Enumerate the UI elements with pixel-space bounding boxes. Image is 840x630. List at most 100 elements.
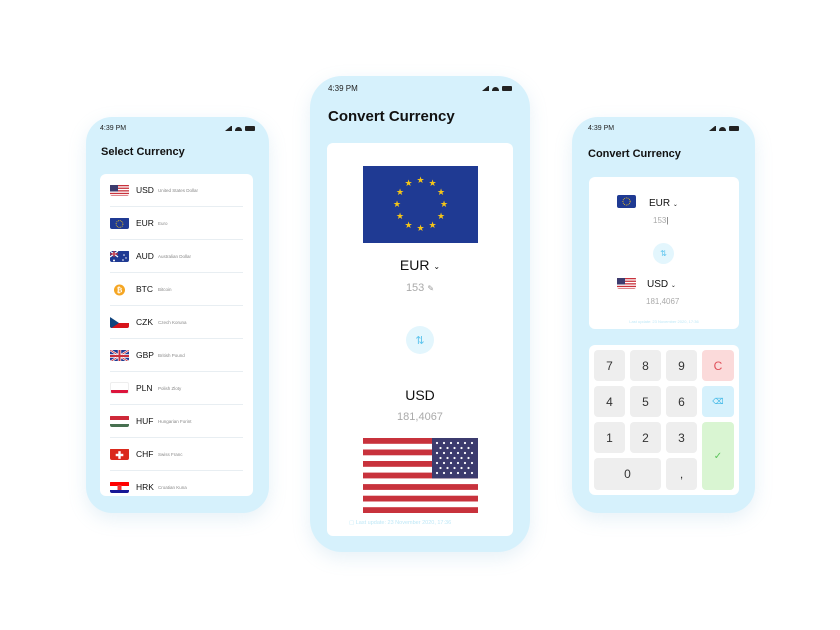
currency-row-hrk[interactable]: HRK Croatian Kuna xyxy=(110,471,243,496)
svg-text:★: ★ xyxy=(416,176,424,186)
from-amount-field[interactable]: 153| xyxy=(653,216,668,225)
currency-row-huf[interactable]: HUF Hungarian Forint xyxy=(110,405,243,438)
svg-text:★: ★ xyxy=(437,212,445,222)
pl-flag-icon xyxy=(110,382,129,394)
currency-row-usd[interactable]: USD United States Dollar xyxy=(110,174,243,207)
to-amount-value: 181,4067 xyxy=(397,411,443,423)
us-flag-icon xyxy=(110,184,129,196)
from-currency-code: EUR xyxy=(399,257,430,273)
chevron-down-icon: ⌄ xyxy=(672,202,678,208)
cz-flag-icon xyxy=(110,316,129,328)
swap-icon: ⇅ xyxy=(660,249,667,258)
backspace-icon: ⌫ xyxy=(712,397,724,406)
check-icon: ✓ xyxy=(713,450,723,462)
wifi-icon xyxy=(719,126,726,131)
status-time: 4:39 PM xyxy=(588,125,615,132)
page-title: Convert Currency xyxy=(588,148,681,160)
confirm-button[interactable]: ✓ xyxy=(702,422,734,490)
svg-text:★: ★ xyxy=(396,188,404,198)
svg-text:★: ★ xyxy=(396,212,404,222)
currency-row-czk[interactable]: CZK Czech Koruna xyxy=(110,306,243,339)
chevron-down-icon: ⌄ xyxy=(433,261,441,271)
key-8[interactable]: 8 xyxy=(630,350,661,381)
clear-button[interactable]: C xyxy=(702,350,734,381)
svg-text:★: ★ xyxy=(404,221,412,231)
eu-flag-icon[interactable]: ★ ★ ★ ★ ★ ★ ★ ★ ★ ★ ★ ★ xyxy=(363,166,478,243)
currency-row-aud[interactable]: AUD Australian Dollar xyxy=(110,240,243,273)
page-title: Convert Currency xyxy=(328,108,455,125)
svg-text:★: ★ xyxy=(404,179,412,189)
battery-icon xyxy=(729,126,739,131)
key-9[interactable]: 9 xyxy=(666,350,697,381)
wifi-icon xyxy=(492,86,499,91)
last-update-text: Last update: 23 November 2020, 17:36 xyxy=(629,319,699,324)
gb-flag-icon xyxy=(110,349,129,361)
svg-text:★: ★ xyxy=(437,188,445,198)
swap-button[interactable]: ⇅ xyxy=(406,326,434,354)
svg-text:₿: ₿ xyxy=(117,286,123,294)
convert-currency-screen: 4:39 PM Convert Currency ★ ★ ★ ★ ★ ★ ★ ★ xyxy=(310,76,530,552)
key-6[interactable]: 6 xyxy=(666,386,697,417)
currency-row-eur[interactable]: EUR Euro xyxy=(110,207,243,240)
signal-icon xyxy=(709,126,716,131)
from-currency-select[interactable]: EUR ⌄ xyxy=(649,198,678,209)
key-5[interactable]: 5 xyxy=(630,386,661,417)
us-flag-icon[interactable] xyxy=(617,277,636,289)
currency-row-pln[interactable]: PLN Polish Zloty xyxy=(110,372,243,405)
converter-card: EUR ⌄ 153| ⇅ USD ⌄ 181,4067 Last update:… xyxy=(589,177,739,329)
status-bar: 4:39 PM xyxy=(572,125,755,132)
swap-icon: ⇅ xyxy=(415,334,425,347)
to-amount-value: 181,4067 xyxy=(646,297,680,306)
hu-flag-icon xyxy=(110,415,129,427)
key-0[interactable]: 0 xyxy=(594,458,661,490)
backspace-button[interactable]: ⌫ xyxy=(702,386,734,417)
to-currency-code: USD xyxy=(405,387,435,403)
us-flag-icon[interactable] xyxy=(363,438,478,513)
currency-row-btc[interactable]: ₿ BTC Bitcoin xyxy=(110,273,243,306)
comma-key[interactable]: , xyxy=(666,458,697,490)
svg-text:★: ★ xyxy=(428,179,436,189)
select-currency-screen: 4:39 PM Select Currency USD United State… xyxy=(86,117,269,513)
chevron-down-icon: ⌄ xyxy=(670,283,676,289)
from-amount-field[interactable]: 153 ✎ xyxy=(327,282,513,294)
key-4[interactable]: 4 xyxy=(594,386,625,417)
battery-icon xyxy=(245,126,255,131)
svg-text:★: ★ xyxy=(393,200,401,210)
status-bar: 4:39 PM xyxy=(310,84,530,93)
eu-flag-icon[interactable] xyxy=(617,195,636,208)
status-time: 4:39 PM xyxy=(100,125,127,132)
page-title: Select Currency xyxy=(101,146,185,158)
to-currency-select[interactable]: USD xyxy=(327,387,513,403)
currency-list: USD United States Dollar EUR Euro AUD Au… xyxy=(100,174,253,496)
bitcoin-icon: ₿ xyxy=(110,283,129,296)
convert-keypad-screen: 4:39 PM Convert Currency EUR ⌄ 153| ⇅ US… xyxy=(572,117,755,513)
eu-flag-icon xyxy=(110,217,129,229)
battery-icon xyxy=(502,86,512,91)
key-2[interactable]: 2 xyxy=(630,422,661,453)
signal-icon xyxy=(225,126,232,131)
keypad: 7 8 9 C 4 5 6 ⌫ 1 2 3 ✓ 0 , xyxy=(589,345,739,495)
currency-row-chf[interactable]: CHF Swiss Franc xyxy=(110,438,243,471)
ch-flag-icon xyxy=(110,448,129,460)
edit-icon: ✎ xyxy=(427,284,435,293)
svg-text:★: ★ xyxy=(428,221,436,231)
key-7[interactable]: 7 xyxy=(594,350,625,381)
svg-text:★: ★ xyxy=(416,224,424,234)
currency-row-gbp[interactable]: GBP British Pound xyxy=(110,339,243,372)
swap-button[interactable]: ⇅ xyxy=(653,243,674,264)
text-cursor: | xyxy=(666,216,669,225)
key-3[interactable]: 3 xyxy=(666,422,697,453)
hr-flag-icon xyxy=(110,481,129,493)
status-time: 4:39 PM xyxy=(328,84,358,93)
au-flag-icon xyxy=(110,250,129,262)
signal-icon xyxy=(482,86,489,91)
info-icon: ▢ xyxy=(349,520,356,526)
key-1[interactable]: 1 xyxy=(594,422,625,453)
converter-card: ★ ★ ★ ★ ★ ★ ★ ★ ★ ★ ★ ★ EUR ⌄ 153 ✎ ⇅ US… xyxy=(327,143,513,536)
last-update-text: ▢ Last update: 23 November 2020, 17:36 xyxy=(349,520,452,526)
wifi-icon xyxy=(235,126,242,131)
to-currency-select[interactable]: USD ⌄ xyxy=(647,279,676,290)
from-currency-select[interactable]: EUR ⌄ xyxy=(327,257,513,273)
status-bar: 4:39 PM xyxy=(86,125,269,132)
svg-text:★: ★ xyxy=(440,200,448,210)
